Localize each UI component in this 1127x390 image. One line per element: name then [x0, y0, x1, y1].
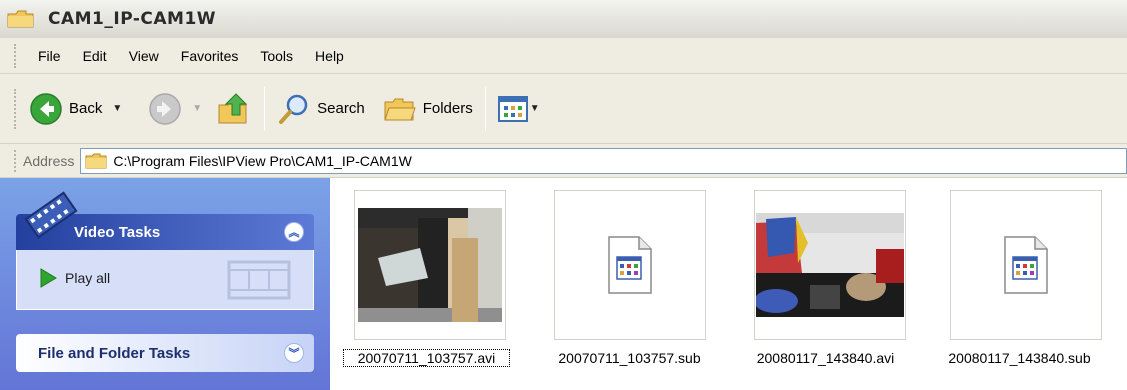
- up-folder-button[interactable]: [212, 87, 256, 131]
- task-pane: Video Tasks ︽ Play all File and Folder T…: [0, 178, 330, 390]
- forward-button[interactable]: ▼: [144, 87, 206, 131]
- video-frame-image: [756, 213, 904, 317]
- address-field[interactable]: C:\Program Files\IPView Pro\CAM1_IP-CAM1…: [80, 147, 1127, 174]
- document-thumbnail[interactable]: [950, 190, 1102, 340]
- video-film-icon: [24, 191, 78, 239]
- forward-dropdown-icon[interactable]: ▼: [192, 103, 202, 114]
- address-bar: Address C:\Program Files\IPView Pro\CAM1…: [0, 144, 1127, 178]
- file-name[interactable]: 20070711_103757.avi: [343, 349, 510, 367]
- back-button[interactable]: Back ▼: [25, 87, 126, 131]
- menu-grip[interactable]: [14, 43, 17, 68]
- video-thumbnail[interactable]: [354, 190, 506, 340]
- menu-favorites[interactable]: Favorites: [170, 48, 250, 64]
- play-all-label: Play all: [65, 270, 111, 286]
- file-folder-tasks-title: File and Folder Tasks: [38, 344, 191, 362]
- address-grip[interactable]: [14, 149, 17, 172]
- toolbar-grip[interactable]: [14, 88, 17, 129]
- film-watermark-icon: [227, 260, 291, 300]
- menu-help[interactable]: Help: [304, 48, 355, 64]
- menu-bar: File Edit View Favorites Tools Help: [0, 38, 1127, 74]
- folder-icon: [85, 153, 107, 168]
- file-name[interactable]: 20080117_143840.avi: [738, 350, 913, 366]
- file-folder-tasks-header[interactable]: File and Folder Tasks ︾: [16, 334, 314, 372]
- toolbar-separator: [264, 86, 266, 131]
- forward-arrow-icon: [149, 92, 182, 125]
- generic-document-icon: [1004, 236, 1048, 294]
- generic-document-icon: [608, 236, 652, 294]
- toolbar-separator-2: [484, 86, 486, 131]
- views-button[interactable]: ▼: [494, 87, 544, 131]
- expand-chevron-icon[interactable]: ︾: [284, 343, 304, 363]
- file-name[interactable]: 20070711_103757.sub: [542, 350, 717, 366]
- toolbar: Back ▼ ▼ Search Folders ▼: [0, 74, 1127, 144]
- folders-label: Folders: [422, 100, 473, 117]
- search-button[interactable]: Search: [273, 87, 369, 131]
- play-all-link[interactable]: Play all: [39, 268, 110, 288]
- title-bar: CAM1_IP-CAM1W: [0, 0, 1127, 38]
- video-tasks-title: Video Tasks: [74, 223, 161, 241]
- play-icon: [40, 268, 57, 288]
- menu-tools[interactable]: Tools: [249, 48, 304, 64]
- search-icon: [279, 94, 308, 124]
- collapse-chevron-icon[interactable]: ︽: [284, 222, 304, 242]
- back-label: Back: [69, 100, 103, 117]
- back-dropdown-icon[interactable]: ▼: [112, 103, 122, 114]
- views-dropdown-icon[interactable]: ▼: [530, 103, 540, 114]
- address-path: C:\Program Files\IPView Pro\CAM1_IP-CAM1…: [113, 152, 412, 169]
- folders-button[interactable]: Folders: [379, 87, 477, 131]
- folder-icon: [7, 10, 34, 28]
- views-icon: [497, 95, 528, 122]
- window-title: CAM1_IP-CAM1W: [48, 9, 217, 29]
- video-tasks-body: Play all: [16, 250, 314, 310]
- menu-file[interactable]: File: [27, 48, 72, 64]
- address-label: Address: [23, 152, 75, 169]
- menu-view[interactable]: View: [118, 48, 170, 64]
- menu-edit[interactable]: Edit: [72, 48, 118, 64]
- search-label: Search: [317, 100, 365, 117]
- folders-icon: [384, 98, 416, 120]
- document-thumbnail[interactable]: [554, 190, 706, 340]
- file-list: 20070711_103757.avi 20070711_103757.sub: [330, 178, 1127, 390]
- up-folder-icon: [218, 92, 248, 123]
- file-name[interactable]: 20080117_143840.sub: [932, 350, 1107, 366]
- video-thumbnail[interactable]: [754, 190, 906, 340]
- back-arrow-icon: [30, 92, 62, 125]
- video-frame-image: [358, 208, 502, 322]
